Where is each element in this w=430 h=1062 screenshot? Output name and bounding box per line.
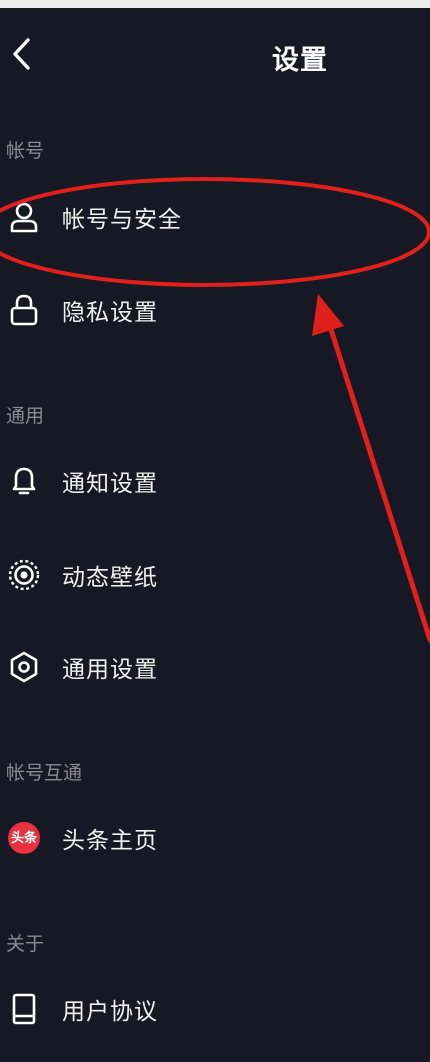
section-label-account: 帐号 xyxy=(6,140,45,162)
book-icon xyxy=(4,989,44,1029)
menu-item-live-wallpaper[interactable]: 动态壁纸 xyxy=(0,540,430,610)
menu-item-label: 通知设置 xyxy=(62,471,158,497)
menu-item-user-agreement[interactable]: 用户协议 xyxy=(0,974,430,1044)
page-title: 设置 xyxy=(272,45,328,76)
menu-item-label: 用户协议 xyxy=(62,999,158,1025)
menu-item-account-security[interactable]: 帐号与安全 xyxy=(0,182,430,252)
toutiao-icon: 头条 xyxy=(8,822,40,854)
menu-item-label: 动态壁纸 xyxy=(62,565,158,591)
status-bar-strip xyxy=(0,0,430,8)
menu-item-label: 头条主页 xyxy=(62,828,158,854)
menu-item-label: 通用设置 xyxy=(62,657,158,683)
bell-icon xyxy=(4,461,44,501)
menu-item-toutiao-homepage[interactable]: 头条 头条主页 xyxy=(0,803,430,873)
live-wallpaper-icon xyxy=(4,555,44,595)
menu-item-label: 隐私设置 xyxy=(62,300,158,326)
menu-item-general-settings[interactable]: 通用设置 xyxy=(0,632,430,702)
gear-icon xyxy=(4,647,44,687)
back-button[interactable] xyxy=(4,34,38,74)
chevron-left-icon xyxy=(13,38,30,70)
user-icon xyxy=(4,197,44,237)
menu-item-label: 帐号与安全 xyxy=(62,207,182,233)
section-label-linked-accounts: 帐号互通 xyxy=(6,762,83,784)
header: 设置 xyxy=(0,8,430,100)
lock-icon xyxy=(4,290,44,330)
menu-item-notifications[interactable]: 通知设置 xyxy=(0,446,430,516)
menu-item-privacy[interactable]: 隐私设置 xyxy=(0,275,430,345)
section-label-general: 通用 xyxy=(6,405,45,427)
section-label-about: 关于 xyxy=(6,933,45,955)
annotation-overlay xyxy=(0,177,430,643)
